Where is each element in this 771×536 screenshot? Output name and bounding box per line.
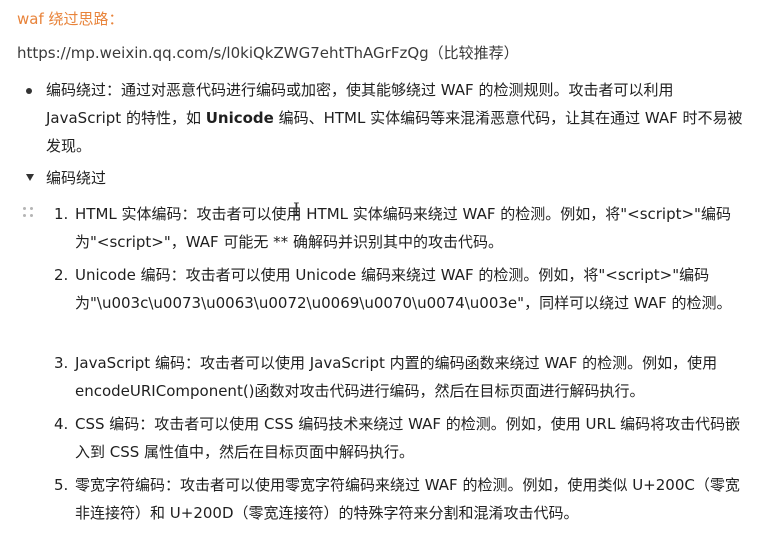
list-item-text: HTML 实体编码：攻击者可以使用 HTML 实体编码来绕过 WAF 的检测。例… xyxy=(75,205,731,251)
list-item-number: 4. xyxy=(54,415,69,433)
toggle-block[interactable]: 编码绕过 xyxy=(26,166,106,190)
bullet-dot xyxy=(26,88,32,94)
list-item-number: 2. xyxy=(54,266,69,284)
list-item-text: CSS 编码：攻击者可以使用 CSS 编码技术来绕过 WAF 的检测。例如，使用… xyxy=(75,415,741,461)
toggle-triangle-icon[interactable] xyxy=(26,174,34,181)
list-item-number: 3. xyxy=(54,354,69,372)
drag-handle-icon[interactable] xyxy=(23,207,37,221)
list-item-text: 零宽字符编码：攻击者可以使用零宽字符编码来绕过 WAF 的检测。例如，使用类似 … xyxy=(75,476,740,522)
list-item: 5. 零宽字符编码：攻击者可以使用零宽字符编码来绕过 WAF 的检测。例如，使用… xyxy=(54,471,744,527)
list-item-text: Unicode 编码：攻击者可以使用 Unicode 编码来绕过 WAF 的检测… xyxy=(75,266,732,312)
section-heading: waf 绕过思路： xyxy=(17,10,124,28)
reference-url[interactable]: https://mp.weixin.qq.com/s/l0kiQkZWG7eht… xyxy=(17,42,519,64)
list-item: 2. Unicode 编码：攻击者可以使用 Unicode 编码来绕过 WAF … xyxy=(54,261,744,317)
list-item: 1. HTML 实体编码：攻击者可以使用 HTML 实体编码来绕过 WAF 的检… xyxy=(54,200,744,256)
toggle-label: 编码绕过 xyxy=(46,169,107,187)
bullet-paragraph: 编码绕过：通过对恶意代码进行编码或加密，使其能够绕过 WAF 的检测规则。攻击者… xyxy=(46,76,746,160)
list-item-text: JavaScript 编码：攻击者可以使用 JavaScript 内置的编码函数… xyxy=(75,354,718,400)
list-item-number: 1. xyxy=(54,205,69,223)
bullet-text-bold: Unicode xyxy=(205,109,274,127)
list-item-number: 5. xyxy=(54,476,69,494)
list-item: 4. CSS 编码：攻击者可以使用 CSS 编码技术来绕过 WAF 的检测。例如… xyxy=(54,410,744,466)
list-item: 3. JavaScript 编码：攻击者可以使用 JavaScript 内置的编… xyxy=(54,349,744,405)
text-cursor-icon: I xyxy=(293,200,300,220)
